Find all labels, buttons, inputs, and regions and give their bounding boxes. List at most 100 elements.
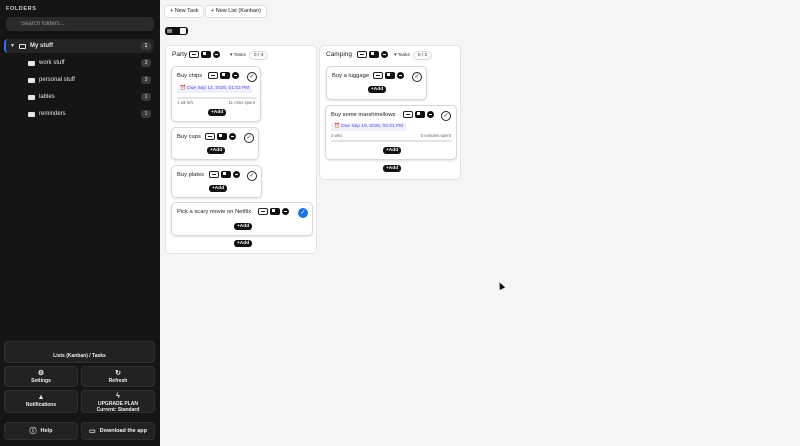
toggle-icon[interactable] [220, 72, 230, 79]
task-controls [209, 171, 240, 178]
tasks-filter[interactable]: ▾ Tasks 0 / 2 [394, 51, 433, 60]
folder-count: 3 [141, 59, 151, 67]
task-title: Buy cups [177, 134, 201, 140]
task-card[interactable]: Buy chips ✓ ⏰ Due Sep 12, 2026, 01:03 PM… [171, 66, 261, 122]
task-card[interactable]: Buy cups ✓ +Add [171, 127, 259, 160]
search-folders-input[interactable] [6, 17, 154, 31]
minus-icon[interactable] [397, 72, 404, 79]
complete-checkbox[interactable]: ✓ [247, 171, 257, 181]
card-add-button[interactable]: +Add [383, 147, 402, 154]
folder-reminders[interactable]: reminders 1 [4, 107, 154, 121]
help-button[interactable]: ⓘ Help [4, 422, 78, 440]
view-toggle[interactable] [165, 27, 188, 35]
toggle-icon[interactable] [385, 72, 395, 79]
complete-checkbox[interactable]: ✓ [441, 111, 451, 121]
minus-icon[interactable] [381, 51, 388, 58]
time-progress-bar [331, 140, 452, 142]
list-title[interactable]: Camping [326, 51, 352, 58]
task-title: Buy chips [177, 73, 203, 79]
edit-icon[interactable] [208, 72, 218, 79]
folder-icon [28, 94, 35, 100]
folder-lables[interactable]: lables 1 [4, 90, 154, 104]
upgrade-plan-button[interactable]: ϟ UPGRADE PLAN Current: Standard [81, 390, 155, 413]
chevron-down-icon[interactable]: ▼ [10, 43, 16, 49]
main-board: + New Task + New List (Kanban) Party ▾ T… [160, 0, 800, 446]
complete-checkbox-checked[interactable]: ✓ [298, 208, 308, 218]
minus-icon[interactable] [233, 171, 240, 178]
edit-icon[interactable] [357, 51, 367, 58]
folder-count: 1 [141, 110, 151, 118]
folder-icon [28, 77, 35, 83]
toggle-icon-left [167, 29, 172, 33]
time-left: 1 wk left [177, 100, 193, 105]
complete-checkbox[interactable]: ✓ [244, 133, 254, 143]
task-controls [373, 72, 404, 79]
toggle-icon[interactable] [221, 171, 231, 178]
list-title[interactable]: Party [172, 51, 187, 58]
toggle-icon[interactable] [415, 111, 425, 118]
task-card[interactable]: Buy a luggage ✓ +Add [326, 66, 427, 100]
settings-button[interactable]: ⚙ Settings [4, 366, 78, 387]
minus-icon[interactable] [232, 72, 239, 79]
card-add-button[interactable]: +Add [209, 185, 228, 192]
download-label: Download the app [99, 428, 147, 434]
list-controls [357, 51, 388, 58]
card-add-button[interactable]: +Add [234, 223, 253, 230]
folder-count: 3 [141, 76, 151, 84]
time-progress-bar [177, 97, 257, 99]
task-controls [208, 72, 239, 79]
minus-icon[interactable] [229, 133, 236, 140]
edit-icon[interactable] [205, 133, 215, 140]
edit-icon[interactable] [403, 111, 413, 118]
kanban-list-party: Party ▾ Tasks 0 / 4 Buy chips ✓ ⏰ Due Se… [165, 45, 317, 254]
edit-icon[interactable] [373, 72, 383, 79]
new-task-button[interactable]: + New Task [164, 5, 205, 18]
help-label: Help [40, 428, 53, 434]
complete-checkbox[interactable]: ✓ [247, 72, 257, 82]
download-app-button[interactable]: ▭ Download the app [81, 422, 155, 440]
toggle-icon[interactable] [217, 133, 227, 140]
list-add-button[interactable]: +Add [383, 165, 402, 172]
task-title: Pick a scary movie on Netflix [177, 209, 252, 215]
toggle-icon[interactable] [270, 208, 280, 215]
folder-label: reminders [39, 111, 66, 117]
refresh-button[interactable]: ↻ Refresh [81, 366, 155, 387]
minus-icon[interactable] [427, 111, 434, 118]
list-add-button[interactable]: +Add [234, 240, 253, 247]
complete-checkbox[interactable]: ✓ [412, 72, 422, 82]
edit-icon[interactable] [258, 208, 268, 215]
task-card[interactable]: Pick a scary movie on Netflix ✓ +Add [171, 202, 313, 236]
toggle-icon[interactable] [369, 51, 379, 58]
notifications-button[interactable]: ▲ Notifications [4, 390, 78, 413]
task-card[interactable]: Buy plates ✓ +Add [171, 165, 262, 198]
task-card[interactable]: Buy some marshmellows ✓ ⏰ Due Sep 19, 20… [325, 105, 457, 160]
task-title: Buy plates [177, 172, 205, 178]
folder-personal-stuff[interactable]: personal stuff 3 [4, 73, 154, 87]
task-controls [403, 111, 434, 118]
folder-icon [28, 60, 35, 66]
new-list-button[interactable]: + New List (Kanban) [205, 5, 267, 18]
folder-my-stuff[interactable]: ▼ My stuff 1 [4, 39, 154, 53]
refresh-label: Refresh [108, 378, 128, 384]
edit-icon[interactable] [209, 171, 219, 178]
minus-icon[interactable] [213, 51, 220, 58]
time-left: 2 wks [331, 133, 342, 138]
tasks-filter[interactable]: ▾ Tasks 0 / 4 [230, 51, 269, 60]
card-add-button[interactable]: +Add [368, 86, 387, 93]
due-date-badge: ⏰ Due Sep 12, 2026, 01:03 PM [177, 85, 253, 93]
time-spent: 0 minutes spent [420, 133, 451, 138]
folder-open-icon [19, 43, 26, 49]
edit-icon[interactable] [189, 51, 199, 58]
tasks-count: 0 / 4 [248, 51, 269, 60]
lists-kanban-button[interactable]: Lists (Kanban) / Tasks [4, 341, 155, 363]
card-add-button[interactable]: +Add [207, 147, 226, 154]
toggle-icon[interactable] [201, 51, 211, 58]
card-add-button[interactable]: +Add [208, 109, 227, 116]
task-title: Buy some marshmellows [331, 112, 396, 118]
task-title: Buy a luggage [332, 73, 370, 79]
folder-label: personal stuff [39, 77, 75, 83]
sidebar: FOLDERS ▼ My stuff 1 work stuff 3 person… [0, 0, 160, 446]
minus-icon[interactable] [282, 208, 289, 215]
toggle-knob [180, 28, 186, 34]
folder-work-stuff[interactable]: work stuff 3 [4, 56, 154, 70]
